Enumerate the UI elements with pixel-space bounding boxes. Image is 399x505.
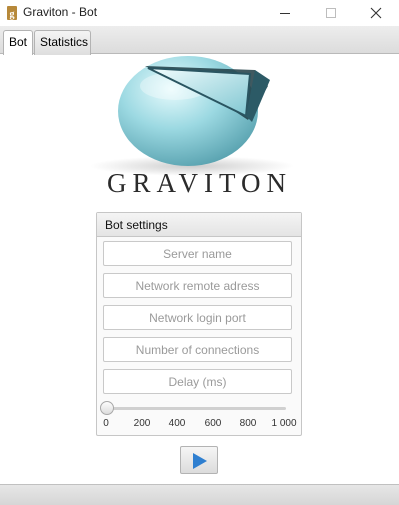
bot-settings-panel: Bot settings 0 200 400 600 800 1 000 (96, 212, 302, 436)
tab-statistics[interactable]: Statistics (34, 30, 91, 55)
maximize-button[interactable] (308, 0, 354, 26)
slider-tick-label: 0 (103, 418, 109, 429)
svg-text:g: g (10, 9, 15, 20)
tab-bot[interactable]: Bot (3, 30, 33, 55)
slider-tick-label: 800 (239, 418, 257, 429)
delay-slider-thumb[interactable] (100, 401, 114, 415)
play-icon (193, 453, 207, 469)
status-bar (0, 484, 399, 505)
close-icon (370, 7, 382, 19)
slider-tick-label: 200 (133, 418, 151, 429)
tab-bar: Bot Statistics (0, 26, 399, 55)
close-button[interactable] (353, 0, 399, 26)
window-title: Graviton - Bot (23, 5, 98, 19)
network-login-port-input[interactable] (103, 305, 292, 330)
bot-settings-title: Bot settings (97, 213, 301, 237)
delay-slider-track[interactable] (106, 407, 286, 410)
start-bot-button[interactable] (180, 446, 218, 474)
number-of-connections-input[interactable] (103, 337, 292, 362)
graviton-g-icon: g (7, 6, 17, 20)
network-remote-address-input[interactable] (103, 273, 292, 298)
delay-input[interactable] (103, 369, 292, 394)
brand-name: GRAVITON (106, 168, 293, 198)
slider-tick-label: 600 (204, 418, 222, 429)
slider-tick-label: 1 000 (271, 418, 297, 429)
title-bar: g Graviton - Bot (0, 0, 399, 26)
slider-tick-label: 400 (168, 418, 186, 429)
minimize-icon (280, 13, 290, 14)
maximize-icon (326, 8, 336, 18)
minimize-button[interactable] (262, 0, 308, 26)
server-name-input[interactable] (103, 241, 292, 266)
